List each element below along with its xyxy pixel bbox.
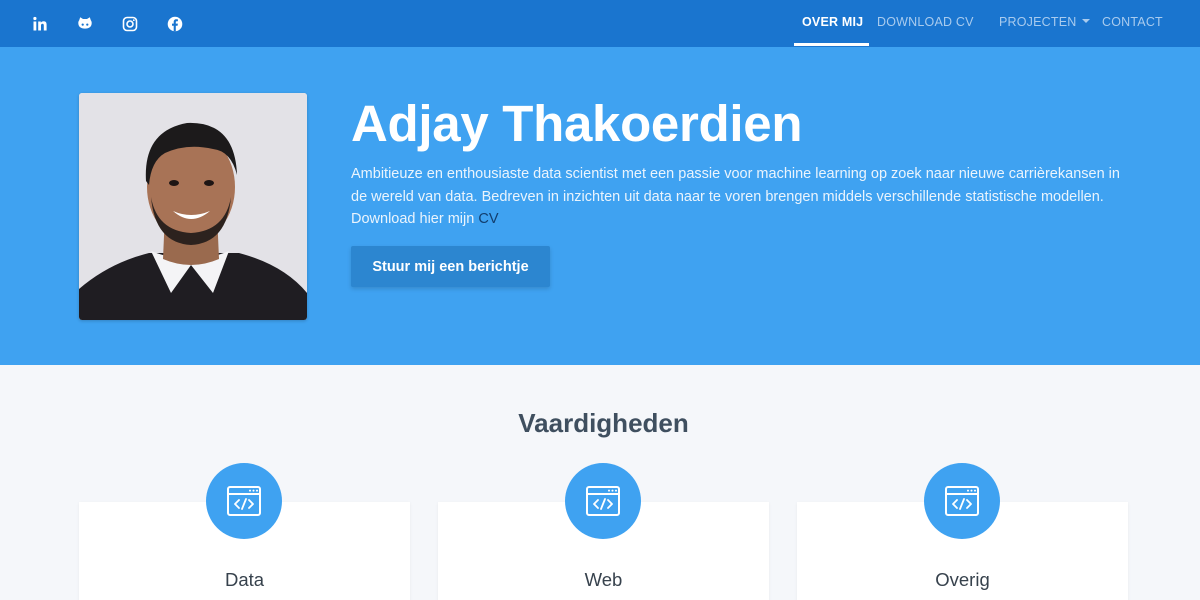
- hero-name: Adjay Thakoerdien: [351, 95, 803, 152]
- navbar: OVER MIJ DOWNLOAD CV PROJECTEN CONTACT: [0, 0, 1200, 47]
- hero-intro-text: Ambitieuze en enthousiaste data scientis…: [351, 166, 1120, 227]
- skill-label-web: Web: [584, 569, 623, 590]
- nav-download-cv[interactable]: DOWNLOAD CV: [877, 0, 974, 47]
- skill-label-overig: Overig: [935, 569, 990, 590]
- instagram-icon[interactable]: [116, 0, 144, 47]
- profile-photo: [79, 93, 307, 320]
- nav-projecten-label: PROJECTEN: [999, 15, 1077, 29]
- nav-projecten[interactable]: PROJECTEN: [999, 0, 1090, 47]
- hero-intro: Ambitieuze en enthousiaste data scientis…: [351, 163, 1121, 231]
- skill-label-data: Data: [224, 569, 265, 590]
- nav-contact[interactable]: CONTACT: [1102, 0, 1163, 47]
- nav-over-mij[interactable]: OVER MIJ: [802, 0, 863, 47]
- facebook-icon[interactable]: [161, 0, 189, 47]
- hero-section: Adjay Thakoerdien Ambitieuze en enthousi…: [0, 47, 1200, 365]
- code-window-icon: [924, 463, 1000, 539]
- cv-link[interactable]: CV: [478, 211, 498, 227]
- linkedin-icon[interactable]: [26, 0, 54, 47]
- code-window-icon: [206, 463, 282, 539]
- send-message-button[interactable]: Stuur mij een berichtje: [351, 246, 550, 287]
- skills-title: Vaardigheden: [518, 408, 689, 438]
- github-icon[interactable]: [71, 0, 99, 47]
- code-window-icon: [565, 463, 641, 539]
- nav-active-indicator: [794, 43, 869, 46]
- caret-down-icon: [1081, 19, 1090, 24]
